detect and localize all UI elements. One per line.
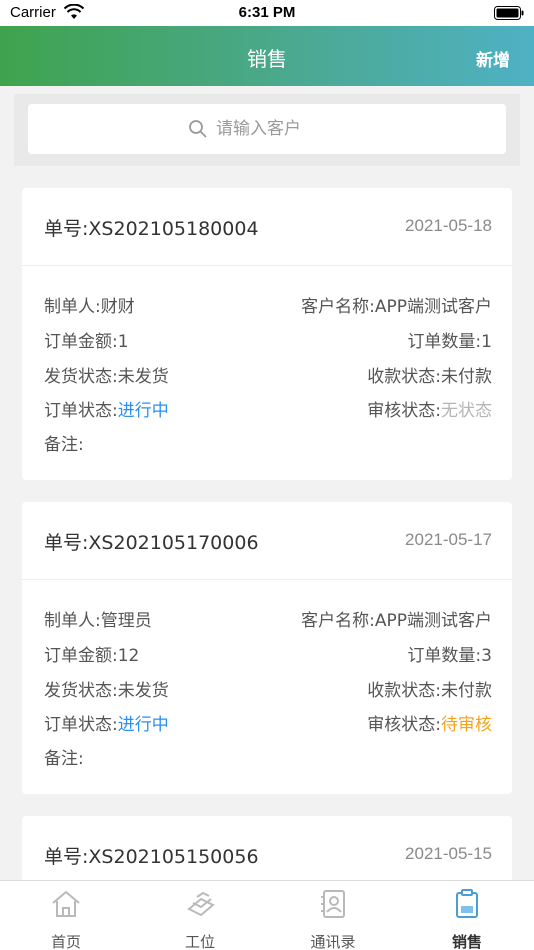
customer-value: APP端测试客户 xyxy=(374,611,492,631)
home-icon xyxy=(52,890,80,917)
order-number: 单号:XS202105170006 xyxy=(44,532,259,554)
contacts-icon xyxy=(321,890,345,918)
order-status-field: 订单状态:进行中 xyxy=(44,710,169,735)
maker-value: 财财 xyxy=(100,297,135,317)
tab-label: 通讯录 xyxy=(310,933,356,950)
customer-label: 客户名称: xyxy=(301,611,375,631)
shipping-status-field: 发货状态:未发货 xyxy=(44,676,169,701)
amount-field: 订单金额:1 xyxy=(44,327,129,352)
amount-label: 订单金额: xyxy=(44,646,118,666)
search-box[interactable] xyxy=(28,104,506,154)
tab-contacts[interactable]: 通讯录 xyxy=(293,887,373,950)
maker-field: 制单人:管理员 xyxy=(44,606,152,631)
add-button[interactable]: 新增 xyxy=(476,46,510,71)
customer-field: 客户名称:APP端测试客户 xyxy=(301,292,492,317)
order-card[interactable]: 单号:XS202105150056 2021-05-15 xyxy=(22,816,512,880)
status-bar: Carrier 6:31 PM xyxy=(0,0,534,26)
quantity-value: 1 xyxy=(481,332,492,352)
payment-status-label: 收款状态: xyxy=(367,367,441,387)
amount-value: 12 xyxy=(117,646,140,666)
quantity-value: 3 xyxy=(481,646,492,666)
clock: 6:31 PM xyxy=(238,4,296,21)
order-status-field: 订单状态:进行中 xyxy=(44,396,169,421)
customer-field: 客户名称:APP端测试客户 xyxy=(301,606,492,631)
order-card-body: 制单人:管理员 客户名称:APP端测试客户 订单金额:12 订单数量:3 发货状… xyxy=(22,580,512,794)
search-bar xyxy=(14,94,520,166)
amount-label: 订单金额: xyxy=(44,332,118,352)
customer-label: 客户名称: xyxy=(301,297,375,317)
order-number: 单号:XS202105150056 xyxy=(44,846,259,868)
payment-status-field: 收款状态:未付款 xyxy=(367,676,492,701)
quantity-field: 订单数量:3 xyxy=(407,641,492,666)
order-card-body: 制单人:财财 客户名称:APP端测试客户 订单金额:1 订单数量:1 发货状态:… xyxy=(22,266,512,480)
quantity-label: 订单数量: xyxy=(407,332,482,352)
order-row: 订单金额:1 订单数量:1 xyxy=(44,327,492,352)
order-card-header: 单号:XS202105170006 2021-05-17 xyxy=(22,502,512,580)
order-date: 2021-05-15 xyxy=(405,844,492,863)
customer-value: APP端测试客户 xyxy=(374,297,492,317)
maker-field: 制单人:财财 xyxy=(44,292,135,317)
nav-bar: 销售 新增 xyxy=(0,26,534,86)
search-input[interactable] xyxy=(216,119,346,139)
shipping-status-value: 未发货 xyxy=(117,367,169,387)
tab-workstation[interactable]: 工位 xyxy=(160,887,240,950)
maker-label: 制单人: xyxy=(44,611,101,631)
order-status-value: 进行中 xyxy=(117,715,169,735)
page-title: 销售 xyxy=(247,47,287,71)
tab-home[interactable]: 首页 xyxy=(26,887,106,950)
order-card[interactable]: 单号:XS202105180004 2021-05-18 制单人:财财 客户名称… xyxy=(22,188,512,480)
shipping-status-label: 发货状态: xyxy=(44,681,118,701)
tab-label: 销售 xyxy=(451,933,482,950)
order-row: 备注: xyxy=(44,744,492,769)
order-date: 2021-05-17 xyxy=(405,530,492,549)
amount-field: 订单金额:12 xyxy=(44,641,139,666)
order-date: 2021-05-18 xyxy=(405,216,492,235)
order-row: 制单人:财财 客户名称:APP端测试客户 xyxy=(44,292,492,317)
sales-icon xyxy=(456,889,478,918)
audit-status-value: 无状态 xyxy=(441,401,492,421)
order-card-header: 单号:XS202105180004 2021-05-18 xyxy=(22,188,512,266)
order-row: 订单状态:进行中 审核状态:待审核 xyxy=(44,710,492,735)
maker-value: 管理员 xyxy=(100,611,152,631)
search-icon xyxy=(189,120,207,138)
remark-label: 备注: xyxy=(44,749,84,769)
tab-label: 首页 xyxy=(50,933,81,950)
audit-status-label: 审核状态: xyxy=(367,715,441,735)
shipping-status-label: 发货状态: xyxy=(44,367,118,387)
tab-sales[interactable]: 销售 xyxy=(427,887,507,950)
quantity-label: 订单数量: xyxy=(407,646,482,666)
shipping-status-field: 发货状态:未发货 xyxy=(44,362,169,387)
audit-status-value: 待审核 xyxy=(441,715,492,735)
order-row: 发货状态:未发货 收款状态:未付款 xyxy=(44,362,492,387)
order-number: 单号:XS202105180004 xyxy=(44,218,259,240)
order-row: 订单金额:12 订单数量:3 xyxy=(44,641,492,666)
order-row: 订单状态:进行中 审核状态:无状态 xyxy=(44,396,492,421)
order-row: 发货状态:未发货 收款状态:未付款 xyxy=(44,676,492,701)
order-status-value: 进行中 xyxy=(117,401,169,421)
payment-status-value: 未付款 xyxy=(441,681,492,701)
remark-label: 备注: xyxy=(44,435,84,455)
maker-label: 制单人: xyxy=(44,297,101,317)
order-card[interactable]: 单号:XS202105170006 2021-05-17 制单人:管理员 客户名… xyxy=(22,502,512,794)
quantity-field: 订单数量:1 xyxy=(407,327,492,352)
payment-status-value: 未付款 xyxy=(441,367,492,387)
workstation-icon xyxy=(187,891,215,917)
order-status-label: 订单状态: xyxy=(44,715,118,735)
payment-status-label: 收款状态: xyxy=(367,681,441,701)
tab-bar: 首页 工位 通讯录 销售 xyxy=(0,880,534,950)
battery-icon xyxy=(494,6,524,20)
audit-status-field: 审核状态:待审核 xyxy=(367,710,492,735)
amount-value: 1 xyxy=(117,332,129,352)
audit-status-field: 审核状态:无状态 xyxy=(367,396,492,421)
order-row: 备注: xyxy=(44,430,492,455)
order-row: 制单人:管理员 客户名称:APP端测试客户 xyxy=(44,606,492,631)
tab-label: 工位 xyxy=(184,933,215,950)
audit-status-label: 审核状态: xyxy=(367,401,441,421)
payment-status-field: 收款状态:未付款 xyxy=(367,362,492,387)
order-status-label: 订单状态: xyxy=(44,401,118,421)
shipping-status-value: 未发货 xyxy=(117,681,169,701)
